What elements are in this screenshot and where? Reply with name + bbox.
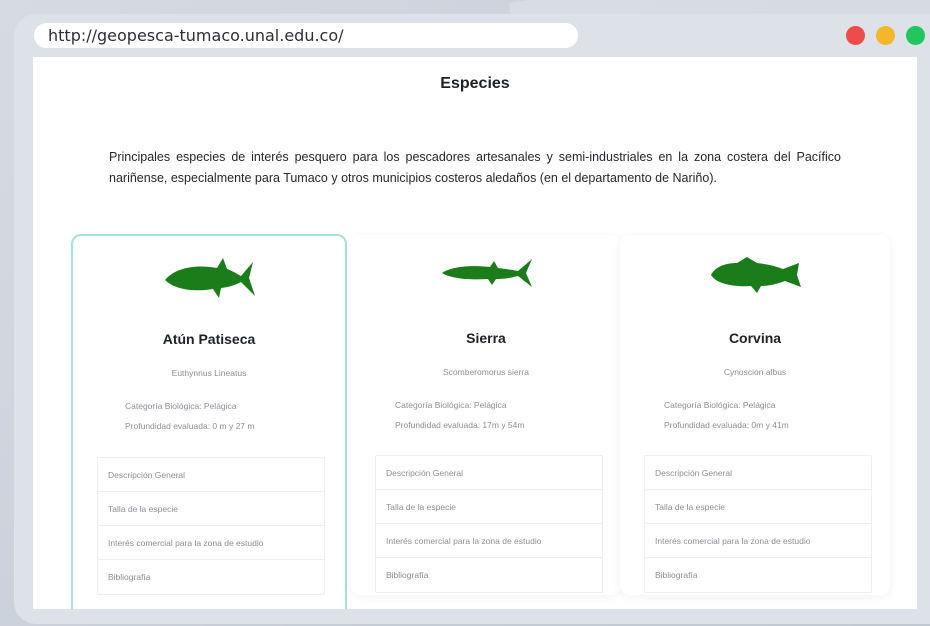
close-window-dot[interactable] (846, 26, 865, 45)
species-meta: Categoría Biológica: Pelágica Profundida… (664, 395, 864, 435)
category-text: Categoría Biológica: Pelágica (664, 400, 776, 410)
species-card-corvina[interactable]: Corvina Cynoscion albus Categoría Biológ… (620, 235, 890, 595)
address-bar[interactable]: http://geopesca-tumaco.unal.edu.co/ (34, 23, 578, 48)
sierra-fish-icon (442, 259, 532, 287)
species-menu: Descripción General Talla de la especie … (375, 455, 603, 593)
species-name: Corvina (728, 330, 782, 346)
menu-item-interes[interactable]: Interés comercial para la zona de estudi… (645, 524, 871, 558)
page-title: Especies (440, 75, 510, 92)
species-card-sierra[interactable]: Sierra Scomberomorus sierra Categoría Bi… (351, 235, 621, 595)
menu-item-talla[interactable]: Talla de la especie (376, 490, 602, 524)
species-meta: Categoría Biológica: Pelágica Profundida… (125, 396, 325, 436)
category-text: Categoría Biológica: Pelágica (125, 401, 237, 411)
menu-item-talla[interactable]: Talla de la especie (98, 492, 324, 526)
minimize-window-dot[interactable] (876, 26, 895, 45)
depth-text: Profundidad evaluada: 0 m y 27 m (125, 421, 255, 431)
menu-item-interes[interactable]: Interés comercial para la zona de estudi… (98, 526, 324, 560)
tuna-fish-icon (165, 258, 255, 298)
species-name: Sierra (466, 330, 506, 346)
menu-item-bibliografia[interactable]: Bibliografía (98, 560, 324, 594)
scientific-name: Cynoscion albus (723, 367, 787, 377)
scientific-name: Scomberomorus sierra (443, 367, 529, 377)
intro-paragraph: Principales especies de interés pesquero… (109, 150, 841, 185)
species-menu: Descripción General Talla de la especie … (644, 455, 872, 593)
menu-item-interes[interactable]: Interés comercial para la zona de estudi… (376, 524, 602, 558)
menu-item-bibliografia[interactable]: Bibliografía (376, 558, 602, 592)
page-content: Especies Principales especies de interés… (33, 57, 917, 609)
depth-text: Profundidad evaluada: 0m y 41m (664, 420, 789, 430)
species-menu: Descripción General Talla de la especie … (97, 457, 325, 595)
species-name: Atún Patiseca (162, 331, 256, 347)
category-text: Categoría Biológica: Pelágica (395, 400, 507, 410)
scientific-name: Euthynnus Lineatus (171, 368, 247, 378)
menu-item-bibliografia[interactable]: Bibliografía (645, 558, 871, 592)
depth-text: Profundidad evaluada: 17m y 54m (395, 420, 525, 430)
species-meta: Categoría Biológica: Pelágica Profundida… (395, 395, 595, 435)
species-card-atun[interactable]: Atún Patiseca Euthynnus Lineatus Categor… (71, 234, 347, 609)
corvina-fish-icon (711, 257, 801, 293)
menu-item-descripcion[interactable]: Descripción General (98, 458, 324, 492)
maximize-window-dot[interactable] (906, 26, 925, 45)
menu-item-descripcion[interactable]: Descripción General (376, 456, 602, 490)
menu-item-descripcion[interactable]: Descripción General (645, 456, 871, 490)
menu-item-talla[interactable]: Talla de la especie (645, 490, 871, 524)
